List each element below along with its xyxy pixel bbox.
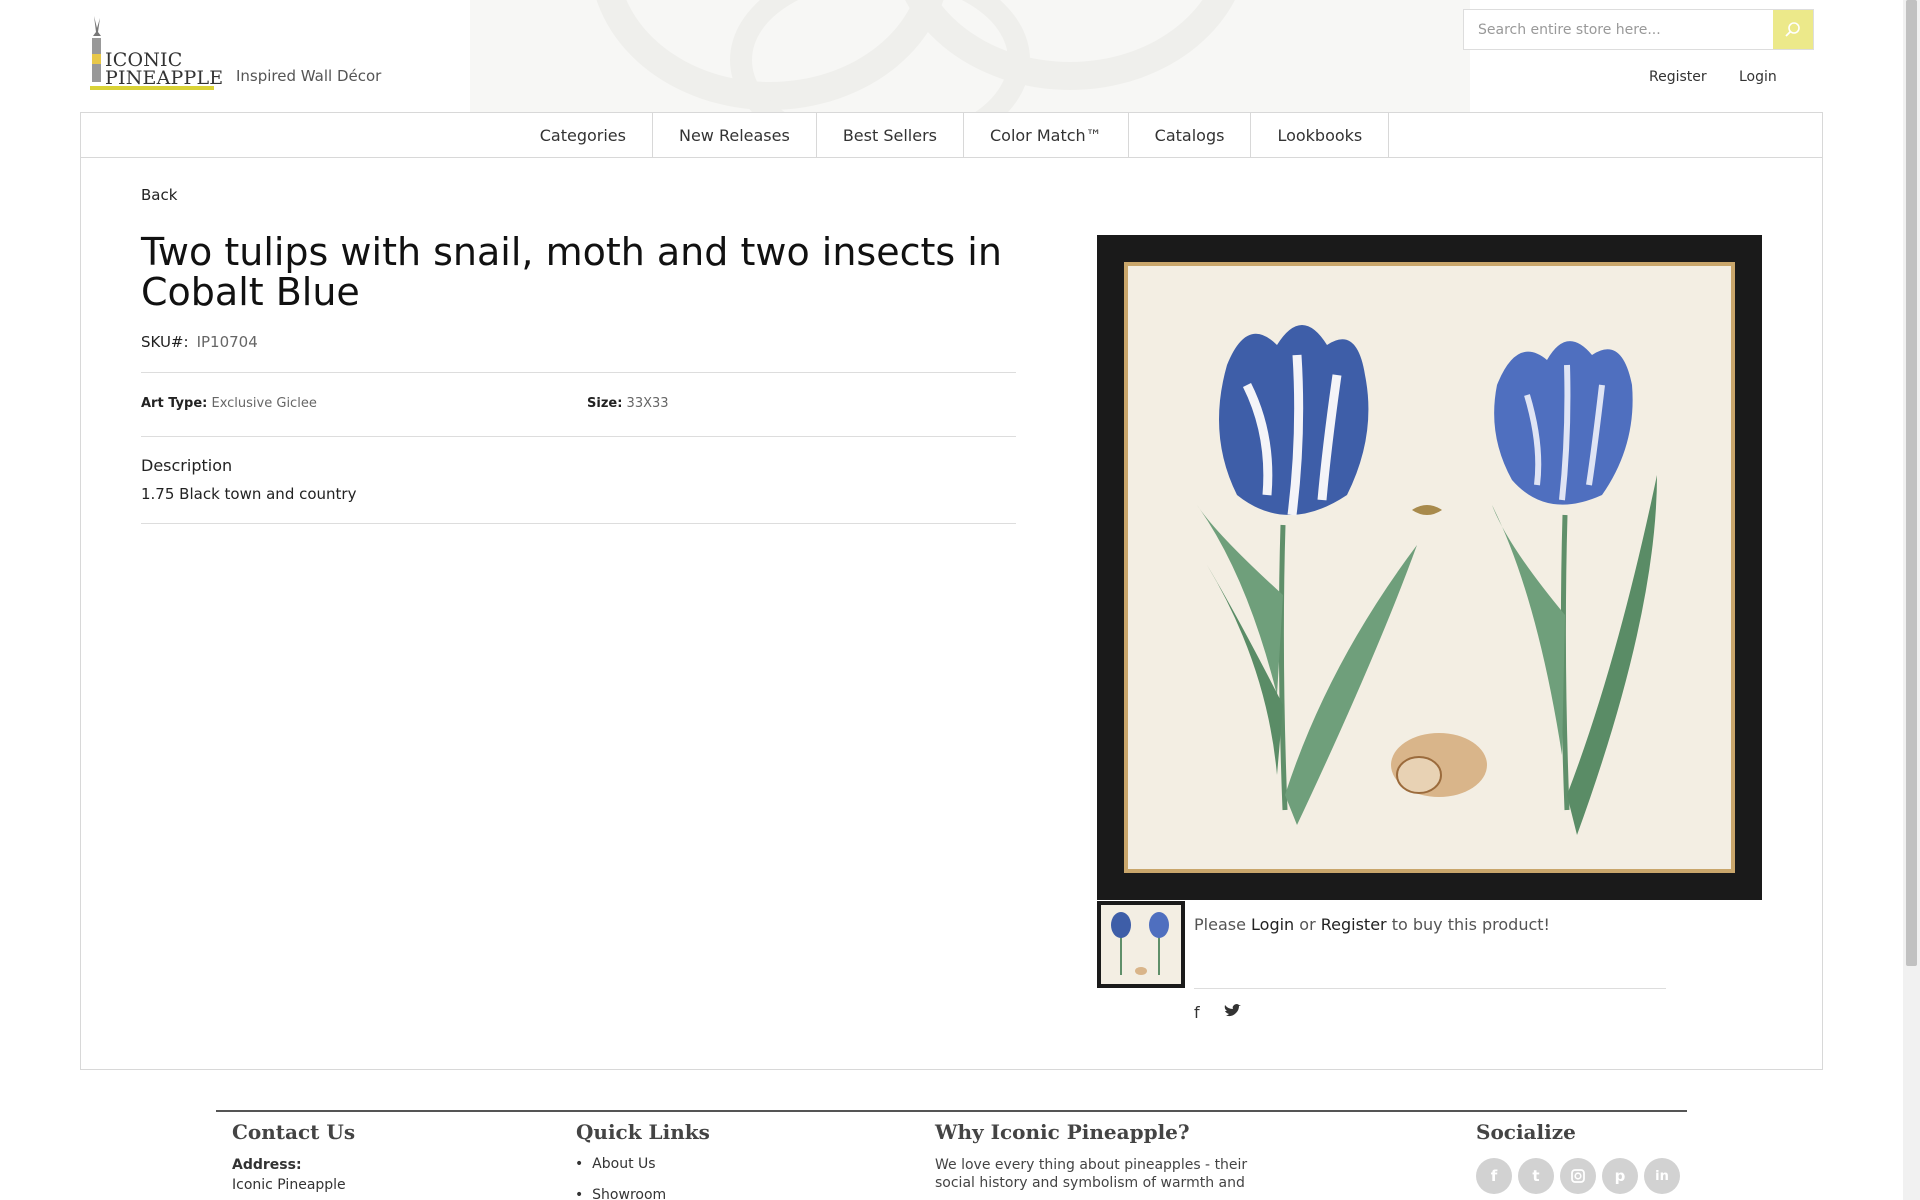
nav-color-match[interactable]: Color Match™ [964, 113, 1129, 157]
description-text: 1.75 Black town and country [141, 485, 357, 503]
socialize-heading: Socialize [1476, 1120, 1576, 1144]
product-image[interactable] [1097, 235, 1762, 900]
art-type: Art Type: Exclusive Giclee [141, 396, 317, 411]
facebook-share-icon[interactable]: f [1194, 1003, 1200, 1022]
pineapple-logo-icon [92, 16, 101, 82]
size-value: 33X33 [626, 396, 669, 411]
product-thumbnail[interactable] [1097, 901, 1185, 988]
contact-heading: Contact Us [232, 1120, 356, 1144]
nav-categories[interactable]: Categories [514, 113, 653, 157]
footer-divider [216, 1110, 1687, 1112]
search-input[interactable] [1464, 10, 1774, 49]
twitter-icon[interactable]: t [1518, 1158, 1554, 1194]
address-line: Iconic Pineapple [232, 1177, 346, 1193]
search-box [1463, 9, 1814, 50]
register-link[interactable]: Register [1649, 69, 1707, 85]
why-heading: Why Iconic Pineapple? [935, 1120, 1190, 1144]
search-icon [1785, 21, 1800, 37]
back-link[interactable]: Back [141, 186, 177, 204]
size-label: Size: [587, 396, 623, 411]
size: Size: 33X33 [587, 396, 669, 411]
nav-catalogs[interactable]: Catalogs [1129, 113, 1252, 157]
quick-links-heading: Quick Links [576, 1120, 710, 1144]
quick-link-showroom[interactable]: • Showroom [575, 1187, 666, 1200]
pinterest-icon[interactable]: p [1602, 1158, 1638, 1194]
sku-label: SKU#: [141, 333, 189, 351]
nav-new-releases[interactable]: New Releases [653, 113, 817, 157]
login-link[interactable]: Login [1739, 69, 1777, 85]
product-sku: SKU#: IP10704 [141, 333, 258, 351]
facebook-icon[interactable]: f [1476, 1158, 1512, 1194]
quick-link-showroom-label: Showroom [592, 1187, 667, 1200]
buy-prompt: Please Login or Register to buy this pro… [1194, 915, 1550, 934]
buy-or: or [1299, 915, 1316, 934]
nav-best-sellers[interactable]: Best Sellers [817, 113, 964, 157]
header-background-pattern [470, 0, 1470, 112]
twitter-share-icon[interactable] [1224, 1003, 1241, 1022]
description-heading: Description [141, 456, 233, 475]
brand-tagline: Inspired Wall Décor [236, 67, 382, 85]
divider [141, 523, 1016, 524]
nav-lookbooks[interactable]: Lookbooks [1251, 113, 1390, 157]
address-label: Address: [232, 1157, 302, 1173]
site-logo[interactable]: ICONIC PINEAPPLE [90, 14, 223, 90]
linkedin-icon[interactable]: in [1644, 1158, 1680, 1194]
main-navigation: Categories New Releases Best Sellers Col… [81, 113, 1822, 158]
sku-value: IP10704 [196, 333, 258, 351]
art-type-value: Exclusive Giclee [211, 396, 317, 411]
quick-link-about[interactable]: • About Us [575, 1156, 656, 1172]
why-text: We love every thing about pineapples - t… [935, 1157, 1248, 1191]
divider [1194, 988, 1666, 989]
product-title: Two tulips with snail, moth and two inse… [141, 230, 1002, 314]
buy-suffix: to buy this product! [1391, 915, 1550, 934]
logo-underline [90, 86, 214, 90]
buy-login-link[interactable]: Login [1251, 915, 1294, 934]
buy-register-link[interactable]: Register [1321, 915, 1387, 934]
divider [141, 372, 1016, 373]
divider [141, 436, 1016, 437]
instagram-icon[interactable] [1560, 1158, 1596, 1194]
scrollbar-thumb[interactable] [1906, 0, 1917, 966]
art-type-label: Art Type: [141, 396, 208, 411]
buy-prefix: Please [1194, 915, 1246, 934]
search-button[interactable] [1773, 10, 1813, 49]
page-scrollbar[interactable] [1903, 0, 1920, 1200]
quick-link-about-label: About Us [592, 1156, 656, 1172]
